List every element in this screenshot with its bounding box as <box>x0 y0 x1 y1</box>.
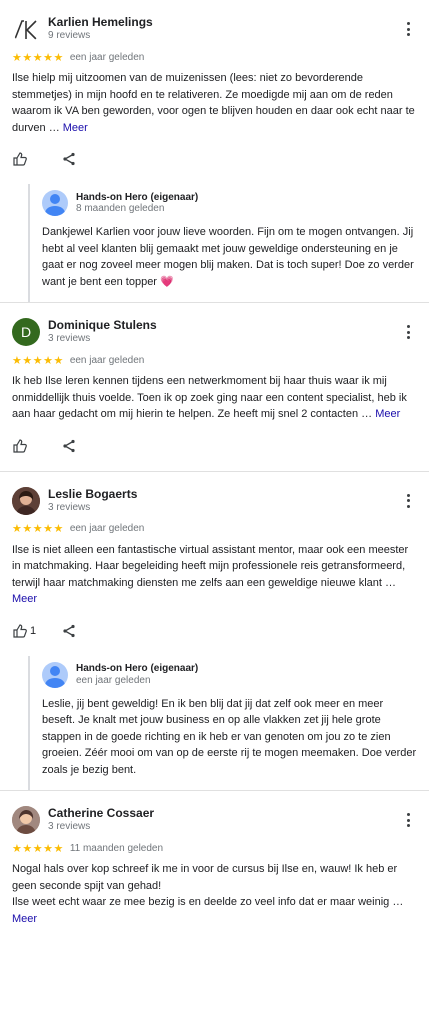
more-options-icon[interactable] <box>403 811 413 829</box>
review-text: Ik heb Ilse leren kennen tijdens een net… <box>12 375 407 420</box>
read-more-link[interactable]: Meer <box>12 593 37 605</box>
like-button[interactable]: 1 <box>12 623 36 639</box>
more-options-icon[interactable] <box>403 323 413 341</box>
like-button[interactable] <box>12 438 28 454</box>
review-count[interactable]: 3 reviews <box>48 333 157 345</box>
star-rating: ★★★★★ <box>12 523 64 535</box>
read-more-link[interactable]: Meer <box>375 408 400 420</box>
owner-name: Hands-on Hero (eigenaar) <box>76 663 199 674</box>
review-text: Nogal hals over kop schreef ik me in voo… <box>12 863 404 925</box>
avatar-initial: D <box>20 324 32 340</box>
thumbs-up-icon <box>13 438 27 453</box>
avatar[interactable]: D <box>12 318 40 346</box>
review-count[interactable]: 9 reviews <box>48 30 153 42</box>
star-rating: ★★★★★ <box>12 51 64 64</box>
review-date: een jaar geleden <box>69 354 145 366</box>
review-card: Leslie Bogaerts 3 reviews ★★★★★ een jaar… <box>0 472 429 790</box>
more-options-icon[interactable] <box>403 492 413 510</box>
review-count[interactable]: 3 reviews <box>48 502 137 514</box>
monogram-logo-icon <box>14 20 37 40</box>
like-count: 1 <box>30 624 37 637</box>
avatar[interactable] <box>12 806 40 834</box>
profile-photo-icon <box>12 486 40 515</box>
owner-reply: Hands-on Hero (eigenaar) 8 maanden geled… <box>28 184 417 302</box>
like-button[interactable] <box>12 151 28 167</box>
review-text: Ilse hielp mij uitzoomen van de muizenis… <box>12 72 415 134</box>
reply-text: Dankjewel Karlien voor jouw lieve woorde… <box>42 226 414 288</box>
thumbs-up-icon <box>13 623 27 638</box>
thumbs-up-icon <box>13 152 27 166</box>
share-button[interactable] <box>62 152 76 166</box>
reviewer-name[interactable]: Leslie Bogaerts <box>48 487 137 502</box>
owner-name: Hands-on Hero (eigenaar) <box>76 191 199 203</box>
read-more-link[interactable]: Meer <box>12 913 37 925</box>
review-count[interactable]: 3 reviews <box>48 821 154 833</box>
review-card: Catherine Cossaer 3 reviews ★★★★★ 11 maa… <box>0 791 429 927</box>
share-button[interactable] <box>62 624 76 638</box>
avatar[interactable] <box>12 15 40 43</box>
reply-text: Leslie, jij bent geweldig! En ik ben bli… <box>42 697 417 776</box>
star-rating: ★★★★★ <box>12 842 64 855</box>
read-more-link[interactable]: Meer <box>63 122 88 134</box>
share-icon <box>63 624 75 637</box>
reviewer-name[interactable]: Catherine Cossaer <box>48 807 154 821</box>
review-text: Ilse is niet alleen een fantastische vir… <box>12 543 409 606</box>
review-date: een jaar geleden <box>69 523 145 534</box>
reviewer-name[interactable]: Dominique Stulens <box>48 319 157 333</box>
reply-date: een jaar geleden <box>76 674 151 686</box>
profile-photo-icon <box>12 806 40 834</box>
review-date: een jaar geleden <box>69 51 145 63</box>
owner-avatar <box>42 661 68 688</box>
reviewer-name[interactable]: Karlien Hemelings <box>48 16 153 30</box>
owner-avatar <box>42 190 68 216</box>
share-icon <box>63 152 75 166</box>
reply-date: 8 maanden geleden <box>76 203 165 214</box>
review-card: Karlien Hemelings 9 reviews ★★★★★ een ja… <box>0 0 429 302</box>
avatar[interactable] <box>12 486 40 515</box>
share-button[interactable] <box>62 439 76 453</box>
review-card: D Dominique Stulens 3 reviews ★★★★★ een … <box>0 303 429 457</box>
share-icon <box>63 439 75 452</box>
more-options-icon[interactable] <box>403 20 413 38</box>
owner-reply: Hands-on Hero (eigenaar) een jaar gelede… <box>28 655 417 790</box>
review-date: 11 maanden geleden <box>69 842 164 854</box>
star-rating: ★★★★★ <box>12 354 64 367</box>
